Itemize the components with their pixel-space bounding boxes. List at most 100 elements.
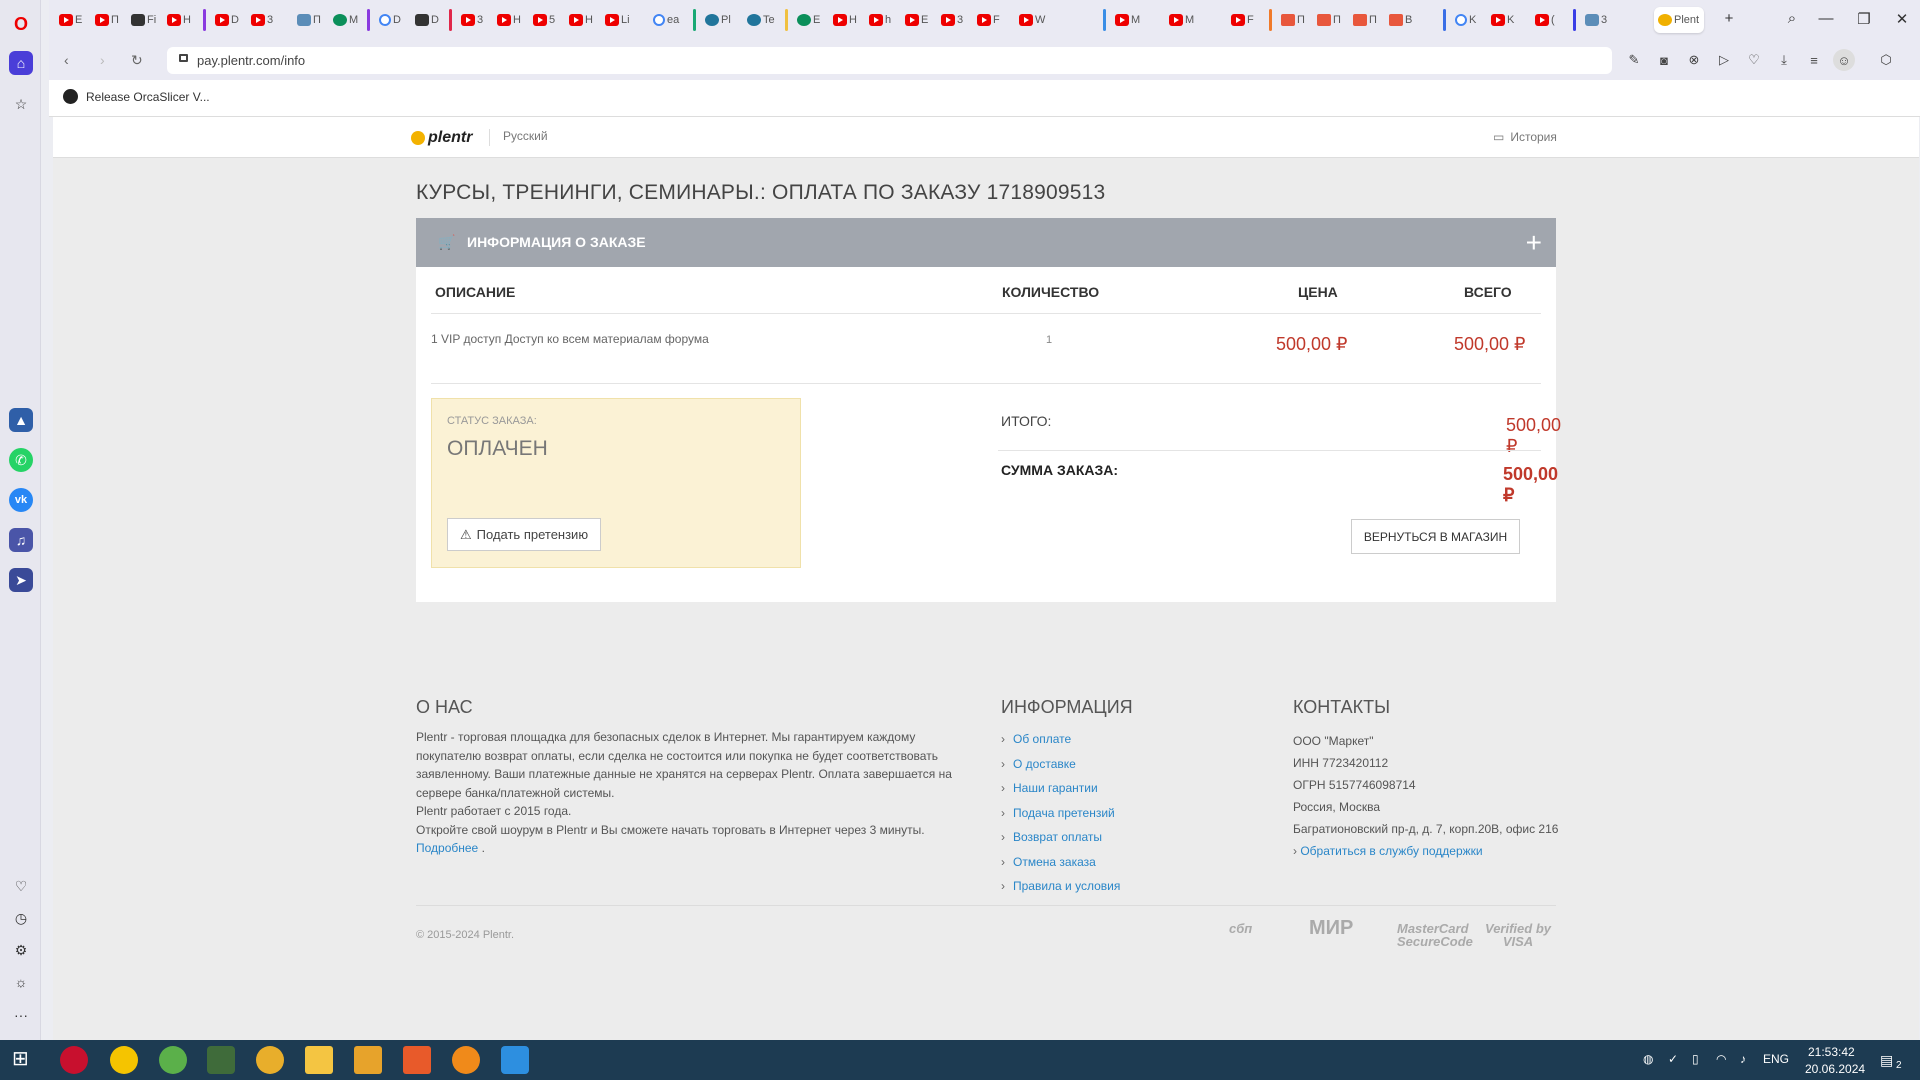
tab[interactable]: 3 [247, 7, 281, 33]
clock-date[interactable]: 20.06.2024 [1805, 1062, 1865, 1076]
tab[interactable]: E [901, 7, 935, 33]
more-link[interactable]: Подробнее [416, 841, 478, 855]
tab[interactable]: M [1165, 7, 1205, 33]
info-link[interactable]: Об оплате [1001, 732, 1071, 746]
tab[interactable]: M [329, 7, 363, 33]
tray-icon[interactable]: ◍ [1643, 1052, 1653, 1066]
heart-icon[interactable]: ♡ [9, 874, 33, 898]
order-card-header[interactable]: 🛒 ИНФОРМАЦИЯ О ЗАКАЗЕ + [416, 218, 1556, 267]
file-explorer-icon[interactable] [305, 1046, 333, 1074]
info-link[interactable]: О доставке [1001, 757, 1076, 771]
opera-taskbar-icon[interactable] [60, 1046, 88, 1074]
info-link[interactable]: Отмена заказа [1001, 855, 1096, 869]
send-icon[interactable]: ➤ [9, 568, 33, 592]
app-taskbar-icon[interactable] [501, 1046, 529, 1074]
tab[interactable]: П [293, 7, 327, 33]
bookmark-item[interactable]: Release OrcaSlicer V... [63, 89, 210, 104]
aria-icon[interactable]: ▲ [9, 408, 33, 432]
tab[interactable]: F [973, 7, 1007, 33]
tab[interactable]: E [793, 7, 827, 33]
tab[interactable]: П [1349, 7, 1383, 33]
edit-icon[interactable]: ✎ [1623, 49, 1645, 71]
tab[interactable]: П [91, 7, 125, 33]
profile-icon[interactable]: ☺ [1833, 49, 1855, 71]
tab[interactable]: W [1015, 7, 1049, 33]
tab[interactable]: Pl [701, 7, 741, 33]
tab[interactable]: H [493, 7, 527, 33]
reload-icon[interactable]: ↻ [131, 52, 143, 69]
wifi-icon[interactable]: ◠ [1716, 1052, 1726, 1066]
tab[interactable]: H [163, 7, 197, 33]
app-taskbar-icon[interactable] [110, 1046, 138, 1074]
tab[interactable]: H [565, 7, 599, 33]
tab[interactable]: E [55, 7, 89, 33]
utorrent-taskbar-icon[interactable] [159, 1046, 187, 1074]
info-link[interactable]: Возврат оплаты [1001, 830, 1102, 844]
shield-icon[interactable]: ✓ [1668, 1052, 1678, 1066]
tab[interactable]: M [1111, 7, 1161, 33]
tab[interactable]: ( [1531, 7, 1565, 33]
back-icon[interactable]: ‹ [64, 52, 69, 68]
tab[interactable]: 5 [529, 7, 563, 33]
volume-icon[interactable]: ♪ [1740, 1052, 1746, 1066]
site-logo[interactable]: plentr [411, 129, 472, 147]
whatsapp-icon[interactable]: ✆ [9, 448, 33, 472]
tab[interactable]: D [211, 7, 245, 33]
tab[interactable]: П [1277, 7, 1311, 33]
tab[interactable]: 3 [1581, 7, 1615, 33]
tab[interactable]: П [1313, 7, 1347, 33]
camera-icon[interactable]: ◙ [1653, 49, 1675, 71]
lightbulb-icon[interactable]: ☼ [9, 970, 33, 994]
tab[interactable]: D [375, 7, 409, 33]
vk-icon[interactable]: vk [9, 488, 33, 512]
orcaslicer-taskbar-icon[interactable] [452, 1046, 480, 1074]
tab[interactable]: h [865, 7, 899, 33]
app-taskbar-icon[interactable] [354, 1046, 382, 1074]
clock-time[interactable]: 21:53:42 [1808, 1045, 1855, 1059]
history-link[interactable]: ▭ История [1493, 130, 1557, 144]
battery-icon[interactable]: ▯ [1692, 1052, 1699, 1066]
new-tab-plus-icon[interactable]: + [1719, 10, 1739, 27]
tab[interactable]: K [1451, 7, 1485, 33]
tab-active[interactable]: Plent [1654, 7, 1704, 33]
home-icon[interactable]: ⌂ [9, 51, 33, 75]
headphones-icon[interactable]: ♫ [9, 528, 33, 552]
return-to-shop-button[interactable]: ВЕРНУТЬСЯ В МАГАЗИН [1351, 519, 1520, 554]
tab[interactable]: ea [649, 7, 689, 33]
more-dots-icon[interactable]: ··· [9, 1003, 33, 1027]
language-selector[interactable]: Русский [489, 129, 548, 146]
tab[interactable]: 3 [937, 7, 971, 33]
history-icon[interactable]: ◷ [9, 906, 33, 930]
tab[interactable]: Fi [127, 7, 161, 33]
menu-icon[interactable]: ≡ [1803, 49, 1825, 71]
star-icon[interactable]: ☆ [9, 92, 33, 116]
info-link[interactable]: Правила и условия [1001, 879, 1120, 893]
extensions-icon[interactable]: ⬡ [1875, 49, 1897, 71]
tab[interactable]: H [829, 7, 863, 33]
adblock-icon[interactable]: ⊗ [1683, 49, 1705, 71]
settings-gear-icon[interactable]: ⚙ [9, 938, 33, 962]
notifications-icon[interactable]: ▤ [1880, 1052, 1893, 1069]
play-icon[interactable]: ▷ [1713, 49, 1735, 71]
close-icon[interactable]: ✕ [1892, 10, 1912, 28]
tab[interactable]: F [1227, 7, 1261, 33]
tab[interactable]: Li [601, 7, 641, 33]
app-taskbar-icon[interactable] [207, 1046, 235, 1074]
tab[interactable]: D [411, 7, 445, 33]
info-link[interactable]: Подача претензий [1001, 806, 1115, 820]
restore-icon[interactable]: ❐ [1854, 10, 1874, 28]
expand-plus-icon[interactable]: + [1526, 218, 1542, 267]
windows-start-icon[interactable]: ⊞ [12, 1046, 40, 1074]
download-icon[interactable]: ⤓ [1773, 49, 1795, 71]
submit-claim-button[interactable]: ⚠ Подать претензию [447, 518, 602, 551]
opera-logo-icon[interactable]: O [9, 12, 33, 36]
url-input[interactable]: pay.plentr.com/info [167, 47, 1612, 74]
tab-search-icon[interactable]: ⌕ [1782, 10, 1802, 27]
heart-icon[interactable]: ♡ [1743, 49, 1765, 71]
minimize-icon[interactable]: — [1816, 10, 1836, 27]
tab[interactable]: K [1487, 7, 1521, 33]
info-link[interactable]: Наши гарантии [1001, 781, 1098, 795]
app-taskbar-icon[interactable] [403, 1046, 431, 1074]
tab[interactable]: B [1385, 7, 1419, 33]
forward-icon[interactable]: › [100, 52, 105, 68]
